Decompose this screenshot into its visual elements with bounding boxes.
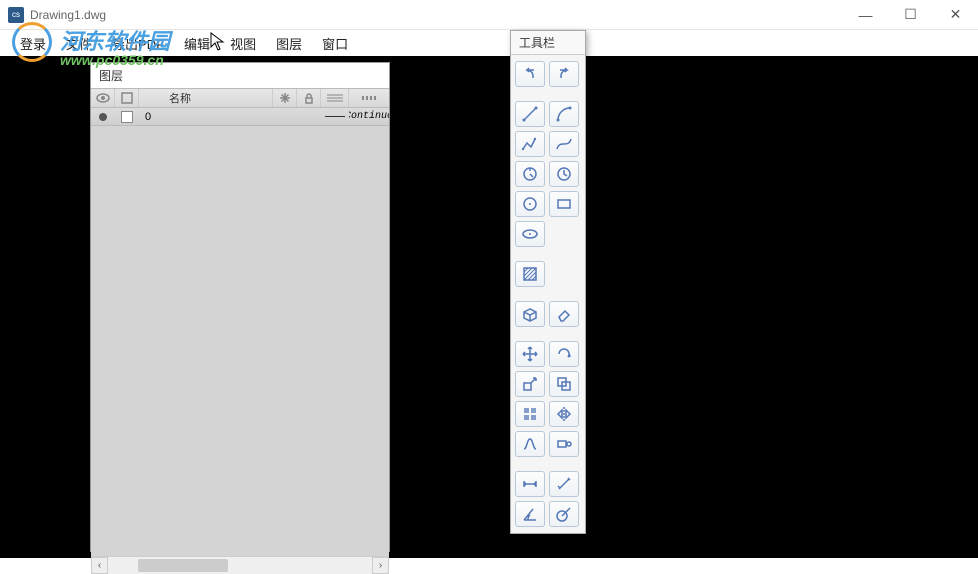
- trim-button[interactable]: [515, 431, 545, 457]
- clock-button[interactable]: [549, 161, 579, 187]
- compass-button[interactable]: [515, 161, 545, 187]
- maximize-button[interactable]: ☐: [888, 0, 933, 30]
- array-button[interactable]: [515, 401, 545, 427]
- layers-header: 名称: [91, 88, 389, 108]
- scroll-left-icon[interactable]: ‹: [91, 557, 108, 574]
- offset-button[interactable]: [549, 371, 579, 397]
- circle-button[interactable]: [515, 191, 545, 217]
- mirror-button[interactable]: [549, 401, 579, 427]
- layers-panel-title: 图层: [91, 63, 389, 88]
- menu-edit[interactable]: 编辑: [174, 31, 220, 56]
- scroll-right-icon[interactable]: ›: [372, 557, 389, 574]
- menubar: 登录 文件 导出PDF 编辑 视图 图层 窗口: [0, 30, 978, 56]
- header-lock-icon[interactable]: [297, 89, 321, 107]
- layer-lock[interactable]: [297, 108, 321, 125]
- extend-button[interactable]: [549, 431, 579, 457]
- undo-button[interactable]: [515, 61, 545, 87]
- polyline-button[interactable]: [515, 131, 545, 157]
- header-more-icon[interactable]: [349, 89, 389, 107]
- menu-login[interactable]: 登录: [10, 31, 56, 56]
- header-name[interactable]: 名称: [139, 89, 273, 107]
- menu-window[interactable]: 窗口: [312, 31, 358, 56]
- redo-button[interactable]: [549, 61, 579, 87]
- line-button[interactable]: [515, 101, 545, 127]
- box3d-button[interactable]: [515, 301, 545, 327]
- layer-lineweight[interactable]: [321, 108, 349, 125]
- dim-angular-button[interactable]: [515, 501, 545, 527]
- rotate-button[interactable]: [549, 341, 579, 367]
- scroll-track[interactable]: [108, 557, 372, 574]
- menu-export-pdf[interactable]: 导出PDF: [102, 31, 174, 56]
- toolbox-panel: 工具栏: [510, 30, 586, 534]
- layer-name[interactable]: 0: [139, 108, 273, 125]
- window-title: Drawing1.dwg: [30, 8, 106, 22]
- spline-button[interactable]: [549, 131, 579, 157]
- dim-linear-button[interactable]: [515, 471, 545, 497]
- menu-view[interactable]: 视图: [220, 31, 266, 56]
- ellipse-button[interactable]: [515, 221, 545, 247]
- arc-button[interactable]: [549, 101, 579, 127]
- scale-button[interactable]: [515, 371, 545, 397]
- minimize-button[interactable]: —: [843, 0, 888, 30]
- layer-row[interactable]: 0 Continuo: [91, 108, 389, 126]
- layer-linetype[interactable]: Continuo: [349, 108, 389, 125]
- layer-visibility[interactable]: [91, 108, 115, 125]
- layers-panel: 图层 名称 0 Continuo ‹ ›: [90, 62, 390, 552]
- scroll-thumb[interactable]: [138, 559, 228, 572]
- eraser-button[interactable]: [549, 301, 579, 327]
- menu-layer[interactable]: 图层: [266, 31, 312, 56]
- app-icon: cs: [8, 7, 24, 23]
- layer-freeze[interactable]: [273, 108, 297, 125]
- window-controls: — ☐ ✕: [843, 0, 978, 30]
- header-color-icon[interactable]: [115, 89, 139, 107]
- rect-button[interactable]: [549, 191, 579, 217]
- dim-aligned-button[interactable]: [549, 471, 579, 497]
- move-button[interactable]: [515, 341, 545, 367]
- header-freeze-icon[interactable]: [273, 89, 297, 107]
- layer-color[interactable]: [115, 108, 139, 125]
- header-visibility-icon[interactable]: [91, 89, 115, 107]
- toolbox-body: [511, 55, 585, 533]
- titlebar: cs Drawing1.dwg — ☐ ✕: [0, 0, 978, 30]
- menu-file[interactable]: 文件: [56, 31, 102, 56]
- layers-scrollbar[interactable]: ‹ ›: [91, 556, 389, 573]
- layers-body: [91, 126, 389, 556]
- hatch-button[interactable]: [515, 261, 545, 287]
- close-button[interactable]: ✕: [933, 0, 978, 30]
- toolbox-title: 工具栏: [511, 31, 585, 55]
- dim-radius-button[interactable]: [549, 501, 579, 527]
- header-lineweight-icon[interactable]: [321, 89, 349, 107]
